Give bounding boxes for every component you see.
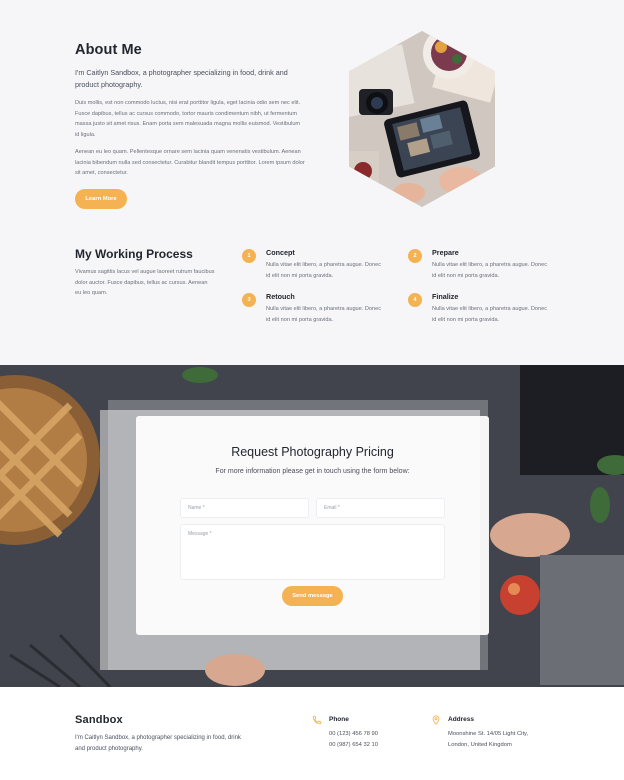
about-text-block: About Me I'm Caitlyn Sandbox, a photogra… xyxy=(75,42,305,179)
form-subtitle: For more information please get in touch… xyxy=(215,468,410,475)
step-text: Nulla vitae elit libero, a pharetra augu… xyxy=(266,262,382,279)
pricing-form-card: Request Photography Pricing For more inf… xyxy=(136,416,489,635)
step-number: 3 xyxy=(242,293,256,307)
address-line-2: London, United Kingdom xyxy=(448,742,512,748)
address-line-1: Moonshine St. 14/05 Light City, xyxy=(448,731,529,737)
about-lead: I'm Caitlyn Sandbox, a photographer spec… xyxy=(75,68,288,89)
about-section: About Me I'm Caitlyn Sandbox, a photogra… xyxy=(0,0,624,365)
about-hexagon-photo xyxy=(349,31,495,207)
send-message-button[interactable]: Send message xyxy=(282,586,343,606)
about-paragraph-2: Aenean eu leo quam. Pellentesque ornare … xyxy=(75,149,305,176)
contact-section: Request Photography Pricing For more inf… xyxy=(0,365,624,687)
footer: Sandbox I'm Caitlyn Sandbox, a photograp… xyxy=(0,687,624,780)
phone-number-2[interactable]: 00 (987) 654 32 10 xyxy=(329,742,378,748)
step-text: Nulla vitae elit libero, a pharetra augu… xyxy=(432,262,548,279)
email-field[interactable]: Email * xyxy=(316,498,445,518)
about-paragraph-1: Duis mollis, est non commodo luctus, nis… xyxy=(75,100,301,138)
form-title: Request Photography Pricing xyxy=(231,445,394,459)
message-field[interactable]: Message * xyxy=(180,524,445,580)
step-text: Nulla vitae elit libero, a pharetra augu… xyxy=(432,306,548,323)
step-number: 4 xyxy=(408,293,422,307)
phone-title: Phone xyxy=(329,716,349,723)
phone-number-1[interactable]: 00 (123) 456 78 90 xyxy=(329,731,378,737)
phone-icon xyxy=(312,715,322,725)
footer-brand-logo[interactable]: Sandbox xyxy=(75,714,123,726)
process-description: Vivamus sagittis lacus vel augue laoreet… xyxy=(75,269,215,296)
address-title: Address xyxy=(448,716,475,723)
process-heading: My Working Process xyxy=(75,247,193,261)
learn-more-button[interactable]: Learn More xyxy=(75,189,127,209)
step-number: 1 xyxy=(242,249,256,263)
step-title: Finalize xyxy=(432,292,459,301)
about-heading: About Me xyxy=(75,42,142,58)
footer-brand-description: I'm Caitlyn Sandbox, a photographer spec… xyxy=(75,735,241,752)
step-text: Nulla vitae elit libero, a pharetra augu… xyxy=(266,306,382,323)
name-field[interactable]: Name * xyxy=(180,498,309,518)
step-title: Prepare xyxy=(432,248,459,257)
step-title: Concept xyxy=(266,248,295,257)
map-pin-icon xyxy=(432,715,440,725)
step-number: 2 xyxy=(408,249,422,263)
step-title: Retouch xyxy=(266,292,295,301)
